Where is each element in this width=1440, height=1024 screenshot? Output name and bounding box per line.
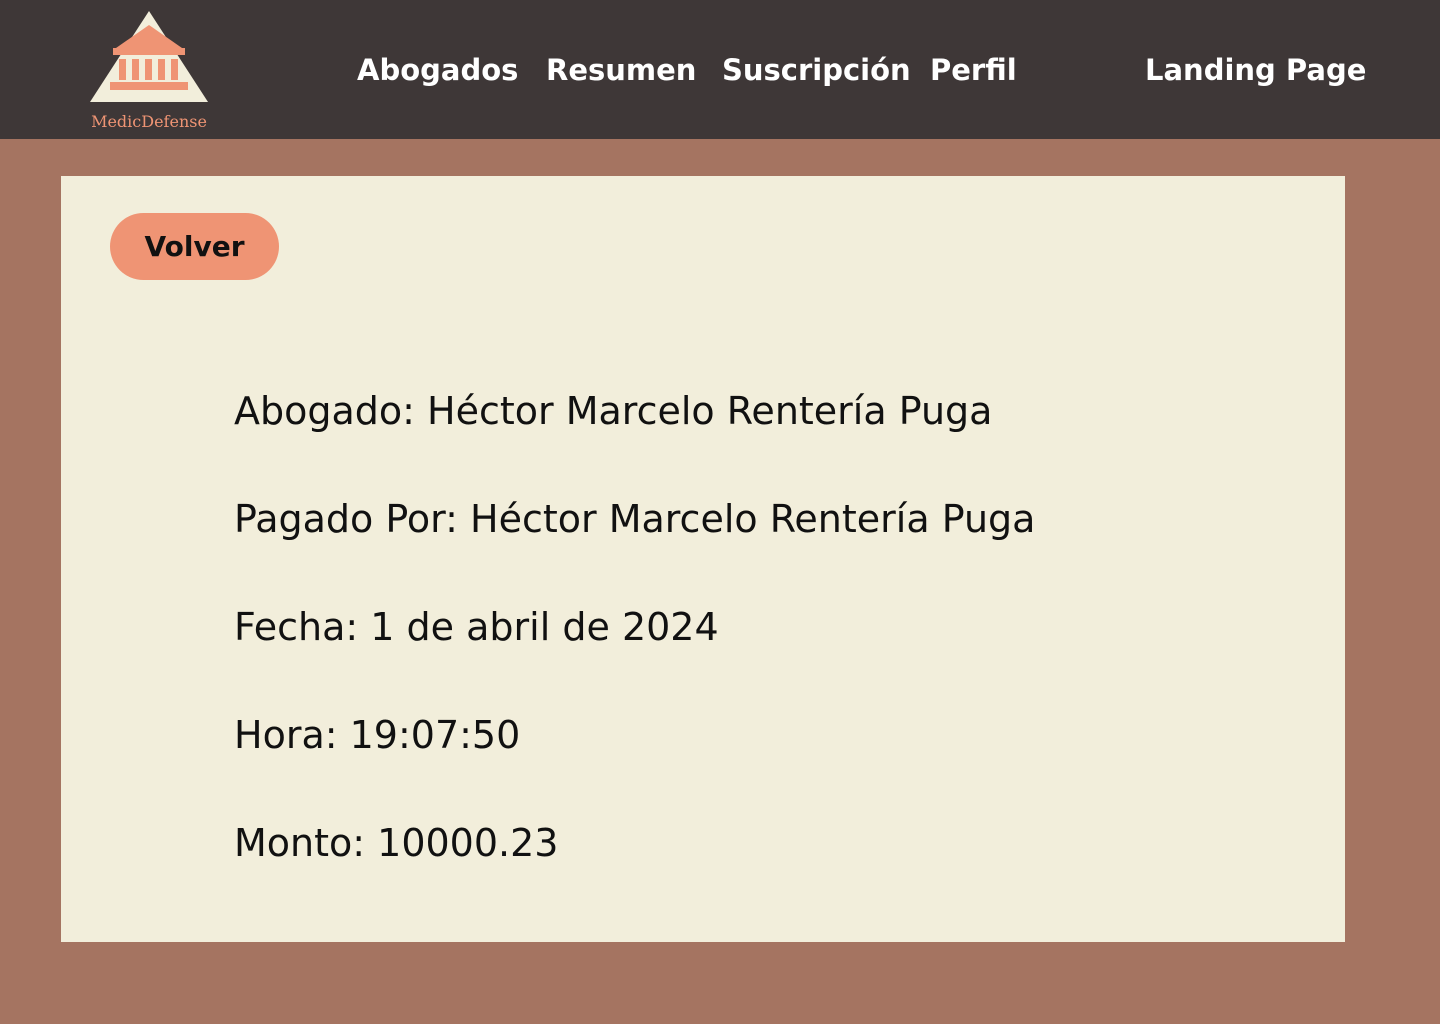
brand-logo[interactable]: MedicDefense [86,8,212,136]
detail-date: Fecha: 1 de abril de 2024 [234,605,719,649]
detail-paid-by: Pagado Por: Héctor Marcelo Rentería Puga [234,497,1036,541]
detail-amount: Monto: 10000.23 [234,821,559,865]
nav-link-suscripcion[interactable]: Suscripción [722,48,911,92]
bank-building-icon [90,11,208,102]
nav-link-abogados[interactable]: Abogados [357,48,518,92]
detail-lawyer: Abogado: Héctor Marcelo Rentería Puga [234,389,993,433]
detail-time: Hora: 19:07:50 [234,713,521,757]
top-navigation-bar: MedicDefense Abogados Resumen Suscripció… [0,0,1440,139]
payment-detail-card: Volver Abogado: Héctor Marcelo Rentería … [61,176,1345,942]
back-button[interactable]: Volver [110,213,279,280]
nav-link-landing-page[interactable]: Landing Page [1145,48,1366,92]
nav-link-perfil[interactable]: Perfil [930,48,1017,92]
brand-name: MedicDefense [91,112,207,131]
nav-link-resumen[interactable]: Resumen [546,48,696,92]
